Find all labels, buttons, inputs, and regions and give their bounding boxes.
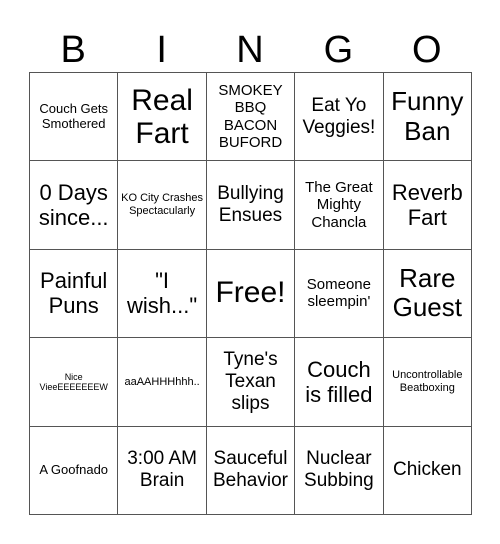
bingo-cell-text: Painful Puns bbox=[40, 268, 108, 319]
bingo-cell-text: 0 Days since... bbox=[38, 179, 109, 231]
bingo-cell[interactable]: Sauceful Behavior bbox=[206, 426, 296, 515]
bingo-cell[interactable]: Nice VieeEEEEEEEW bbox=[30, 338, 119, 427]
bingo-cell-text: Chicken bbox=[392, 459, 462, 481]
bingo-header: B I N G O bbox=[29, 28, 471, 72]
bingo-cell[interactable]: Funny Ban bbox=[383, 73, 472, 162]
bingo-cell[interactable]: Bullying Ensues bbox=[206, 161, 296, 250]
bingo-cell[interactable]: Painful Puns bbox=[30, 249, 119, 339]
bingo-cell-text: Nuclear Subbing bbox=[304, 448, 374, 492]
bingo-cell-text: The Great Mighty Chancla bbox=[305, 179, 373, 231]
bingo-cell-text: Nice VieeEEEEEEEW bbox=[39, 371, 108, 392]
bingo-cell-text: Couch Gets Smothered bbox=[39, 100, 109, 131]
header-letter-g: G bbox=[323, 29, 354, 71]
bingo-cell[interactable]: aaAAHHHhhh.. bbox=[118, 338, 207, 427]
bingo-cell-text: Real Fart bbox=[131, 83, 193, 150]
bingo-cell-text: 3:00 AM Brain bbox=[127, 448, 197, 492]
bingo-cell[interactable]: KO City Crashes Spectacularly bbox=[118, 161, 207, 250]
bingo-cell[interactable]: Rare Guest bbox=[383, 249, 472, 339]
bingo-cell[interactable]: Eat Yo Veggies! bbox=[295, 73, 384, 162]
bingo-grid: Couch Gets Smothered Real Fart SMOKEY BBQ … bbox=[29, 72, 472, 515]
bingo-cell-text: KO City Crashes Spectacularly bbox=[121, 192, 204, 218]
bingo-cell-text: Eat Yo Veggies! bbox=[302, 94, 376, 138]
bingo-cell[interactable]: Real Fart bbox=[118, 73, 207, 162]
bingo-cell[interactable]: SMOKEY BBQ BACON BUFORD bbox=[206, 73, 296, 162]
bingo-cell-text: Sauceful Behavior bbox=[212, 448, 288, 492]
bingo-cell[interactable]: The Great Mighty Chancla bbox=[295, 161, 384, 250]
bingo-cell[interactable]: Tyne's Texan slips bbox=[206, 338, 296, 427]
bingo-cell-text: Someone sleempin' bbox=[306, 276, 371, 311]
bingo-cell-text: Bullying Ensues bbox=[217, 183, 284, 227]
header-letter-o: O bbox=[412, 29, 442, 71]
bingo-cell[interactable]: 0 Days since... bbox=[30, 161, 119, 250]
bingo-cell-text: SMOKEY BBQ BACON BUFORD bbox=[218, 82, 283, 151]
bingo-cell-text: Funny Ban bbox=[391, 85, 464, 146]
bingo-cell[interactable]: A Goofnado bbox=[30, 426, 119, 515]
bingo-cell[interactable]: Couch Gets Smothered bbox=[30, 73, 119, 162]
bingo-cell-text: Couch is filled bbox=[305, 356, 373, 407]
bingo-cell[interactable]: Someone sleempin' bbox=[295, 249, 384, 339]
bingo-cell-text: Uncontrollable Beatboxing bbox=[392, 369, 463, 394]
bingo-cell-text: A Goofnado bbox=[39, 461, 109, 477]
bingo-cell[interactable]: Couch is filled bbox=[295, 338, 384, 427]
bingo-cell-text: Tyne's Texan slips bbox=[223, 349, 278, 414]
bingo-cell-text: Free! bbox=[215, 276, 286, 310]
bingo-cell-text: Rare Guest bbox=[392, 262, 462, 323]
header-letter-i: I bbox=[156, 29, 167, 71]
header-letter-n: N bbox=[236, 29, 264, 71]
bingo-cell[interactable]: Chicken bbox=[383, 426, 472, 515]
bingo-cell[interactable]: Reverb Fart bbox=[383, 161, 472, 250]
bingo-cell[interactable]: "I wish..." bbox=[118, 249, 207, 339]
header-letter-b: B bbox=[60, 29, 86, 71]
bingo-cell[interactable]: Uncontrollable Beatboxing bbox=[383, 338, 472, 427]
bingo-cell-text: Reverb Fart bbox=[391, 179, 463, 231]
bingo-cell-text: "I wish..." bbox=[127, 268, 198, 319]
bingo-cell-free[interactable]: Free! bbox=[206, 249, 296, 339]
bingo-cell[interactable]: Nuclear Subbing bbox=[295, 426, 384, 515]
bingo-cell[interactable]: 3:00 AM Brain bbox=[118, 426, 207, 515]
bingo-cell-text: aaAAHHHhhh.. bbox=[124, 375, 200, 388]
